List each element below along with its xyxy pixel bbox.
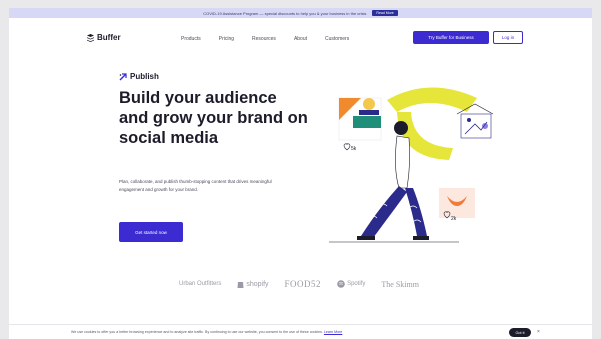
cookie-learn-more-link[interactable]: Learn More (324, 330, 342, 334)
cookie-close-icon[interactable]: × (537, 329, 540, 335)
color-block-card (338, 97, 382, 141)
likes-bottom-label: 2k (451, 216, 457, 222)
logo-shopify-text: shopify (246, 280, 269, 288)
try-business-button[interactable]: Try Buffer for Business (413, 31, 489, 44)
hero-headline: Build your audience and grow your brand … (119, 89, 308, 147)
logo-urban-outfitters: Urban Outfitters (179, 281, 222, 287)
buffer-logo[interactable]: Buffer (87, 33, 121, 42)
cookie-accept-button[interactable]: Got it (509, 328, 531, 337)
heart-like-top: 5k (343, 143, 357, 152)
cookie-banner: We use cookies to offer you a better bro… (9, 324, 592, 339)
cookie-text: We use cookies to offer you a better bro… (71, 330, 342, 334)
nav-link-pricing[interactable]: Pricing (219, 36, 234, 42)
page-frame: COVID-19 Assistance Program — special di… (9, 8, 592, 339)
nav-link-resources[interactable]: Resources (252, 36, 276, 42)
hero-subtext: Plan, collaborate, and publish thumb-sto… (119, 179, 272, 192)
top-nav: Buffer Products Pricing Resources About … (9, 28, 592, 50)
product-name: Publish (130, 72, 159, 81)
hero-illustration: 5k 2k (329, 87, 494, 243)
buffer-stack-icon (87, 33, 94, 42)
logo-the-skimm: The Skimm (381, 279, 419, 289)
product-tag: Publish (119, 72, 159, 81)
publish-icon (119, 72, 127, 80)
brand-name: Buffer (97, 33, 121, 42)
shopify-bag-icon (237, 282, 244, 288)
banner-read-more-button[interactable]: Read More (372, 10, 398, 16)
nav-link-products[interactable]: Products (181, 36, 201, 42)
logo-spotify: Spotify (337, 280, 365, 288)
banner-text: COVID-19 Assistance Program — special di… (203, 10, 367, 16)
nav-link-about[interactable]: About (294, 36, 307, 42)
nav-link-customers[interactable]: Customers (325, 36, 349, 42)
cookie-message: We use cookies to offer you a better bro… (71, 330, 323, 334)
spotify-circle-icon (337, 280, 345, 288)
announcement-banner: COVID-19 Assistance Program — special di… (9, 8, 592, 18)
logo-spotify-text: Spotify (347, 281, 366, 287)
nav-links: Products Pricing Resources About Custome… (181, 36, 349, 42)
login-button[interactable]: Log in (493, 31, 523, 44)
logo-food52: FOOD52 (284, 279, 322, 289)
logo-shopify: shopify (237, 280, 269, 288)
likes-top-label: 5k (351, 146, 357, 152)
food-card: 2k (439, 188, 475, 222)
customer-logos: Urban Outfitters shopify FOOD52 Spotify … (179, 274, 449, 294)
get-started-button[interactable]: Get started now (119, 222, 183, 242)
